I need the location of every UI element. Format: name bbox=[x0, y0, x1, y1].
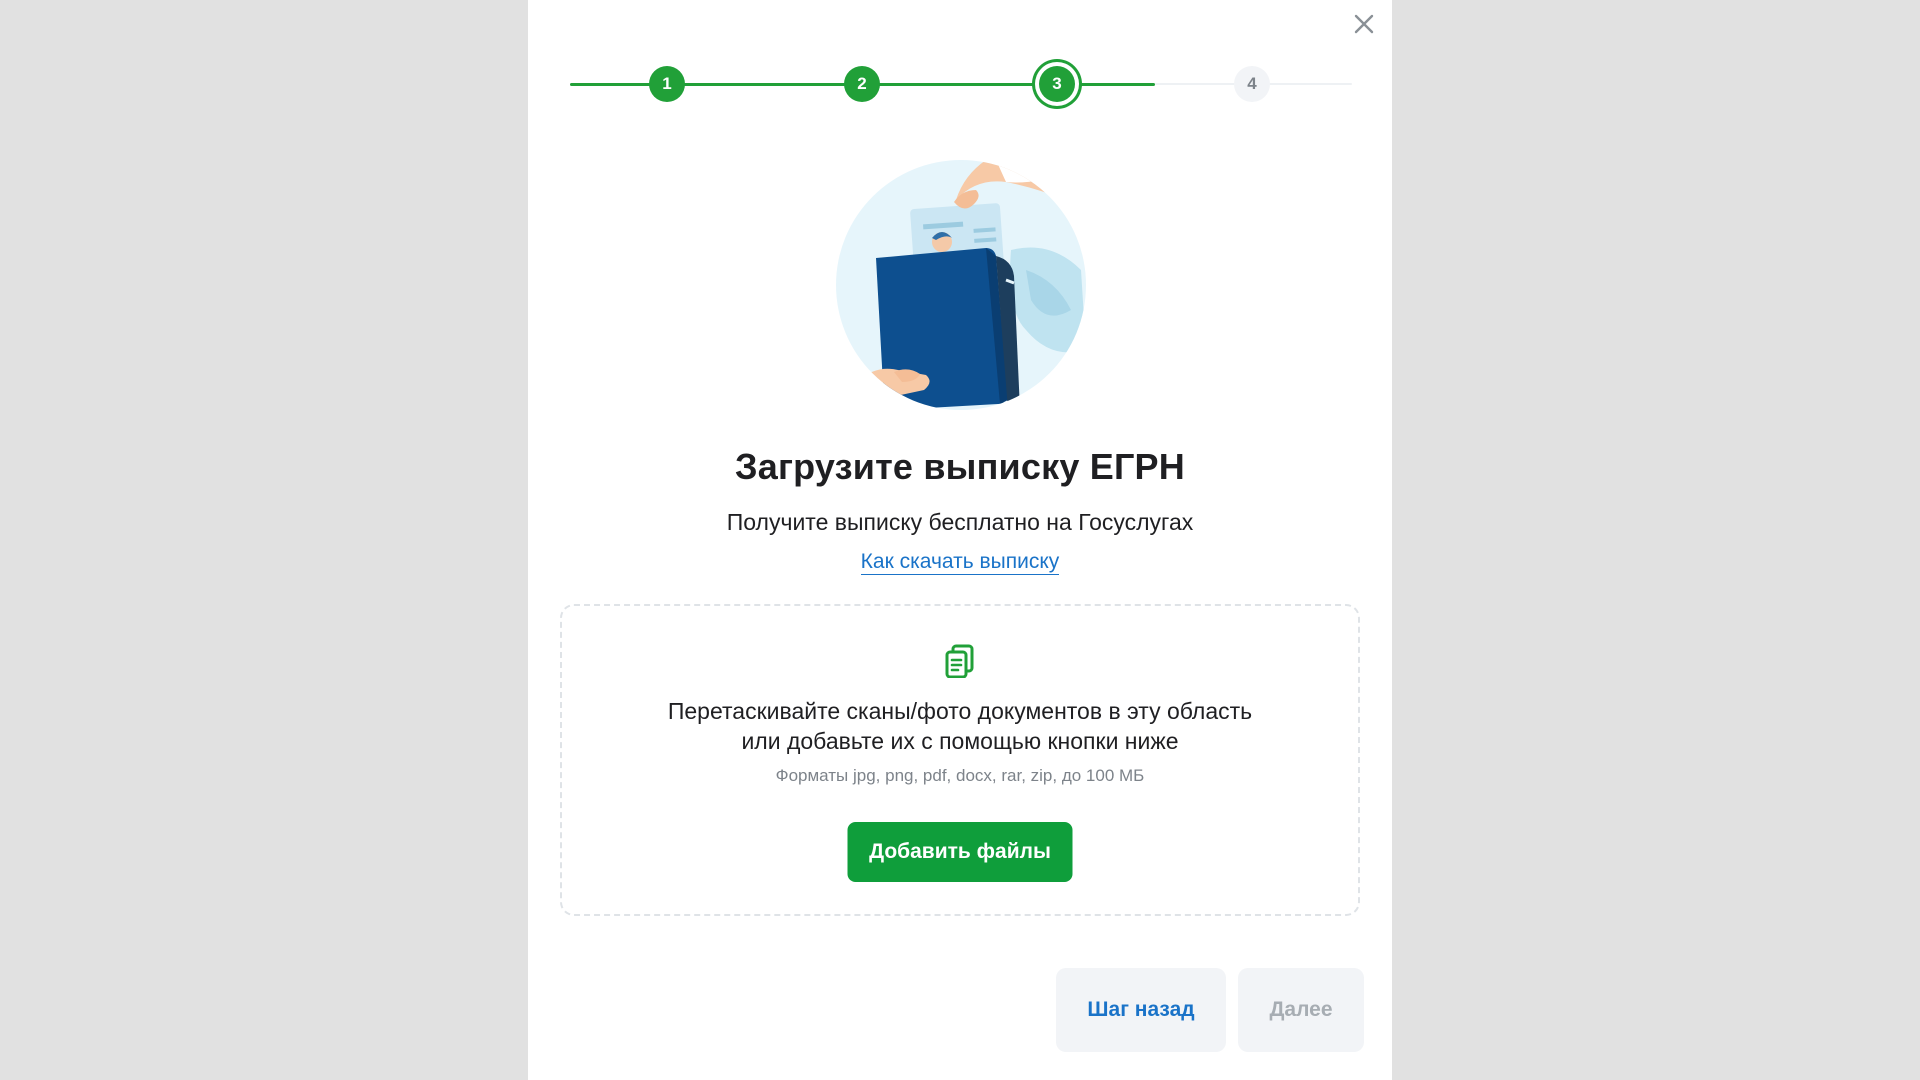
upload-dialog: 1 2 3 4 Загрузите выписку ЕГРН Получите … bbox=[528, 0, 1392, 1080]
step-3-number: 3 bbox=[1052, 74, 1062, 93]
document-icon bbox=[945, 644, 975, 679]
step-4: 4 bbox=[1234, 66, 1270, 102]
dropzone-line-2: или добавьте их с помощью кнопки ниже bbox=[741, 728, 1179, 754]
next-button[interactable]: Далее bbox=[1238, 968, 1364, 1052]
step-1: 1 bbox=[649, 66, 685, 102]
page-subtitle: Получите выписку бесплатно на Госуслугах bbox=[726, 509, 1194, 535]
close-icon[interactable] bbox=[1348, 8, 1380, 40]
allowed-formats-note: Форматы jpg, png, pdf, docx, rar, zip, д… bbox=[775, 766, 1145, 785]
dropzone-instructions: Перетаскивайте сканы/фото документов в э… bbox=[562, 696, 1358, 756]
add-files-button[interactable]: Добавить файлы bbox=[847, 822, 1073, 882]
page-title: Загрузите выписку ЕГРН bbox=[735, 446, 1185, 487]
how-to-download-link[interactable]: Как скачать выписку bbox=[860, 550, 1060, 575]
help-link-container: Как скачать выписку bbox=[528, 550, 1392, 575]
progress-stepper: 1 2 3 4 bbox=[570, 60, 1352, 108]
dropzone-line-1: Перетаскивайте сканы/фото документов в э… bbox=[667, 698, 1253, 724]
step-2: 2 bbox=[844, 66, 880, 102]
step-4-number: 4 bbox=[1247, 74, 1257, 93]
passport-document-illustration bbox=[836, 160, 1086, 410]
back-step-button[interactable]: Шаг назад bbox=[1056, 968, 1226, 1052]
file-dropzone[interactable]: Перетаскивайте сканы/фото документов в э… bbox=[560, 604, 1360, 916]
step-2-number: 2 bbox=[857, 74, 867, 93]
step-3-current: 3 bbox=[1039, 66, 1075, 102]
step-1-number: 1 bbox=[662, 74, 672, 93]
